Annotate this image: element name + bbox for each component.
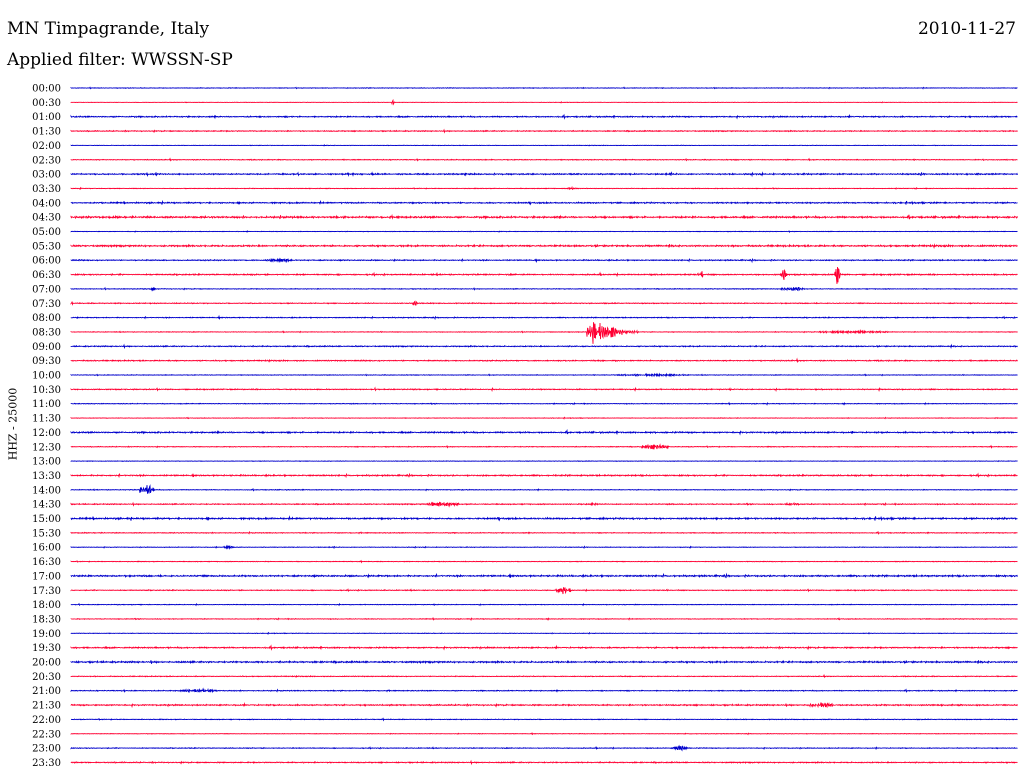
- trace-row-09:00: [70, 343, 1018, 350]
- trace-row-10:00: [70, 372, 1018, 378]
- row-time-label: 23:00: [32, 744, 61, 755]
- trace-row-08:30: [70, 322, 1018, 344]
- row-time-label: 22:30: [32, 729, 61, 740]
- row-time-label: 11:30: [32, 414, 61, 425]
- row-time-label: 16:30: [32, 557, 61, 568]
- row-time-label: 13:30: [32, 471, 61, 482]
- trace-row-21:00: [70, 687, 1018, 694]
- trace-row-04:00: [70, 199, 1018, 206]
- row-time-label: 07:30: [32, 299, 61, 310]
- row-time-label: 08:30: [32, 327, 61, 338]
- row-time-label: 05:00: [32, 227, 61, 238]
- row-time-label: 20:00: [32, 658, 61, 669]
- trace-row-02:00: [70, 144, 1018, 147]
- trace-row-18:00: [70, 602, 1018, 607]
- row-time-label: 04:30: [32, 213, 61, 224]
- row-traces: [70, 86, 1018, 766]
- row-time-label: 09:30: [32, 356, 61, 367]
- row-time-label: 11:00: [32, 399, 61, 410]
- trace-row-03:30: [70, 185, 1018, 191]
- row-time-label: 06:00: [32, 256, 61, 267]
- trace-row-12:30: [70, 443, 1018, 450]
- row-time-label: 20:30: [32, 672, 61, 683]
- row-time-label: 09:00: [32, 342, 61, 353]
- row-time-label: 18:00: [32, 600, 61, 611]
- trace-row-09:30: [70, 357, 1018, 364]
- trace-row-00:30: [70, 98, 1018, 106]
- trace-row-14:00: [70, 484, 1018, 494]
- row-time-label: 05:30: [32, 241, 61, 252]
- row-time-label: 19:30: [32, 643, 61, 654]
- trace-row-22:00: [70, 717, 1018, 722]
- trace-row-06:00: [70, 257, 1018, 264]
- trace-row-00:00: [70, 86, 1018, 90]
- row-time-label: 15:00: [32, 514, 61, 525]
- trace-row-14:30: [70, 501, 1018, 508]
- row-time-label: 13:00: [32, 457, 61, 468]
- trace-row-19:30: [70, 644, 1018, 651]
- row-time-label: 19:00: [32, 629, 61, 640]
- trace-row-11:30: [70, 416, 1018, 420]
- trace-row-01:30: [70, 128, 1018, 134]
- trace-row-06:30: [70, 266, 1018, 284]
- trace-row-13:00: [70, 460, 1018, 463]
- row-time-label: 03:00: [32, 170, 61, 181]
- trace-row-08:00: [70, 314, 1018, 321]
- trace-row-20:30: [70, 673, 1018, 679]
- trace-row-10:30: [70, 386, 1018, 393]
- row-time-label: 01:00: [32, 112, 61, 123]
- helicorder-plot: 00:00 00:30 01:00 01:30 02:00 02:30 03:00 03:30…: [32, 84, 1018, 769]
- row-time-label: 03:30: [32, 184, 61, 195]
- trace-row-02:30: [70, 157, 1018, 162]
- trace-row-07:00: [70, 286, 1018, 292]
- trace-row-22:30: [70, 732, 1018, 736]
- trace-row-16:00: [70, 544, 1018, 550]
- row-time-label: 21:30: [32, 701, 61, 712]
- row-time-label: 10:30: [32, 385, 61, 396]
- row-time-label: 02:00: [32, 141, 61, 152]
- row-time-label: 01:30: [32, 127, 61, 138]
- trace-row-15:00: [70, 515, 1018, 522]
- trace-row-05:00: [70, 230, 1018, 233]
- trace-row-16:30: [70, 559, 1018, 564]
- trace-row-13:30: [70, 472, 1018, 479]
- trace-row-15:30: [70, 530, 1018, 535]
- row-time-label: 00:00: [32, 84, 61, 95]
- trace-row-17:30: [70, 587, 1018, 595]
- trace-row-18:30: [70, 616, 1018, 622]
- row-time-label: 17:00: [32, 571, 61, 582]
- row-time-label: 12:30: [32, 442, 61, 453]
- trace-row-05:30: [70, 243, 1018, 249]
- row-time-label: 07:00: [32, 284, 61, 295]
- row-time-label: 23:30: [32, 758, 61, 769]
- row-time-label: 22:00: [32, 715, 61, 726]
- row-time-label: 00:30: [32, 98, 61, 109]
- row-time-label: 12:00: [32, 428, 61, 439]
- row-time-label: 14:30: [32, 500, 61, 511]
- row-time-label: 18:30: [32, 614, 61, 625]
- trace-row-19:00: [70, 631, 1018, 636]
- row-time-label: 02:30: [32, 155, 61, 166]
- row-time-label: 06:30: [32, 270, 61, 281]
- row-time-label: 17:30: [32, 586, 61, 597]
- trace-row-01:00: [70, 113, 1018, 120]
- trace-row-11:00: [70, 401, 1018, 406]
- trace-row-23:30: [70, 759, 1018, 766]
- row-time-label: 08:00: [32, 313, 61, 324]
- trace-row-03:00: [70, 171, 1018, 178]
- row-time-label: 21:00: [32, 686, 61, 697]
- trace-row-17:00: [70, 572, 1018, 579]
- trace-row-20:00: [70, 659, 1018, 665]
- row-time-label: 10:00: [32, 371, 61, 382]
- row-time-label: 14:00: [32, 485, 61, 496]
- trace-row-12:00: [70, 428, 1018, 436]
- row-time-label: 04:00: [32, 198, 61, 209]
- trace-row-04:30: [70, 213, 1018, 220]
- row-time-label: 15:30: [32, 528, 61, 539]
- trace-row-21:30: [70, 702, 1018, 709]
- trace-row-07:30: [70, 300, 1018, 306]
- trace-row-23:00: [70, 744, 1018, 752]
- row-time-label: 16:00: [32, 543, 61, 554]
- row-labels: 00:00 00:30 01:00 01:30 02:00 02:30 03:00 03:30…: [32, 84, 61, 769]
